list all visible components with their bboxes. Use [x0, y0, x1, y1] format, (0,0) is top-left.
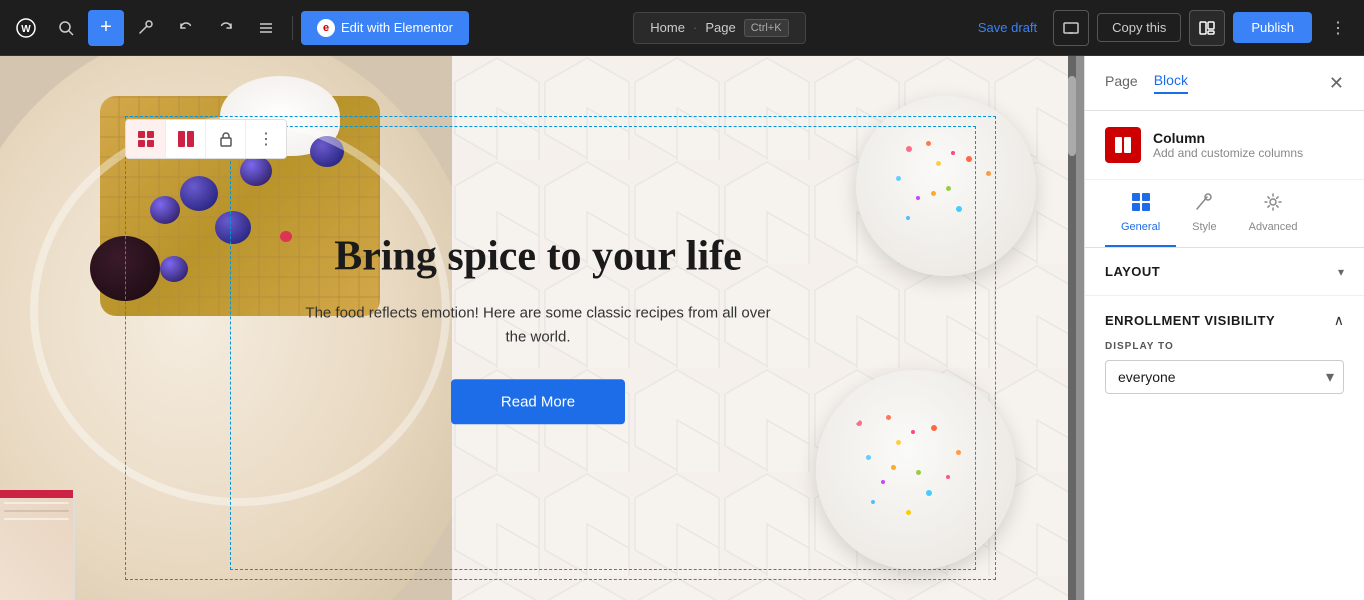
- toolbar-divider-1: [292, 16, 293, 40]
- layout-title: Layout: [1105, 264, 1160, 279]
- keyboard-shortcut: Ctrl+K: [744, 19, 789, 37]
- block-columns-button[interactable]: [166, 120, 206, 158]
- device-preview-button[interactable]: [1053, 10, 1089, 46]
- style-icon: [1194, 192, 1214, 217]
- hero-title: Bring spice to your life: [298, 231, 778, 281]
- toolbar-right: Save draft Copy this Publish ⋮: [970, 10, 1356, 46]
- close-panel-button[interactable]: ✕: [1329, 73, 1344, 94]
- layout-section-header[interactable]: Layout ▾: [1105, 264, 1344, 279]
- tab-general[interactable]: General: [1105, 180, 1176, 247]
- napkin: [0, 490, 75, 600]
- canvas-scrollbar[interactable]: [1068, 56, 1076, 600]
- visibility-select[interactable]: everyone logged in logged out: [1105, 360, 1344, 394]
- breadcrumb-home: Home: [650, 20, 685, 35]
- svg-text:W: W: [21, 24, 31, 35]
- search-button[interactable]: [48, 10, 84, 46]
- layout-collapse-icon: ▾: [1338, 265, 1344, 279]
- block-type-desc: Add and customize columns: [1153, 146, 1344, 160]
- save-draft-button[interactable]: Save draft: [970, 14, 1045, 41]
- more-options-button[interactable]: ⋮: [1320, 10, 1356, 46]
- read-more-button[interactable]: Read More: [451, 380, 625, 425]
- block-lock-button[interactable]: [206, 120, 246, 158]
- hero-section: ⋮ Bring spice to your life The food refl…: [0, 56, 1076, 600]
- tools-button[interactable]: [128, 10, 164, 46]
- breadcrumb-separator: ·: [693, 20, 697, 35]
- layout-section: Layout ▾: [1085, 248, 1364, 296]
- right-panel: Page Block ✕ Column Add and customize co…: [1084, 56, 1364, 600]
- block-type-info: Column Add and customize columns: [1153, 130, 1344, 160]
- tab-block[interactable]: Block: [1154, 72, 1188, 94]
- enrollment-visibility-header[interactable]: Enrollment Visibility ∧: [1105, 312, 1344, 329]
- visibility-select-wrapper: everyone logged in logged out ▾: [1105, 360, 1344, 394]
- main-area: ⋮ Bring spice to your life The food refl…: [0, 56, 1364, 600]
- tab-style[interactable]: Style: [1176, 180, 1232, 247]
- block-type-name: Column: [1153, 130, 1344, 146]
- panel-header: Page Block ✕: [1085, 56, 1364, 111]
- hero-text: Bring spice to your life The food reflec…: [298, 231, 778, 424]
- canvas-area: ⋮ Bring spice to your life The food refl…: [0, 56, 1084, 600]
- panel-tabs-row: General Style Advanced: [1085, 180, 1364, 248]
- block-more-button[interactable]: ⋮: [246, 120, 286, 158]
- publish-button[interactable]: Publish: [1233, 12, 1312, 43]
- view-button[interactable]: [1189, 10, 1225, 46]
- add-block-button[interactable]: +: [88, 10, 124, 46]
- redo-button[interactable]: [208, 10, 244, 46]
- enrollment-visibility-section: Enrollment Visibility ∧ DISPLAY TO every…: [1085, 296, 1364, 410]
- block-toolbar: ⋮: [125, 119, 287, 159]
- scroll-thumb[interactable]: [1068, 76, 1076, 156]
- toolbar-center: Home · Page Ctrl+K: [473, 12, 966, 44]
- advanced-icon: [1263, 192, 1283, 217]
- hero-subtitle: The food reflects emotion! Here are some…: [298, 302, 778, 350]
- advanced-tab-label: Advanced: [1249, 221, 1298, 233]
- block-grid-button[interactable]: [126, 120, 166, 158]
- tab-page[interactable]: Page: [1105, 73, 1138, 93]
- style-tab-label: Style: [1192, 221, 1216, 233]
- undo-button[interactable]: [168, 10, 204, 46]
- edit-elementor-button[interactable]: e Edit with Elementor: [301, 11, 469, 45]
- breadcrumb-page: Page: [705, 20, 735, 35]
- top-toolbar: W +: [0, 0, 1364, 56]
- general-tab-label: General: [1121, 221, 1160, 233]
- list-view-button[interactable]: [248, 10, 284, 46]
- copy-button[interactable]: Copy this: [1097, 13, 1181, 42]
- tab-advanced[interactable]: Advanced: [1233, 180, 1314, 247]
- block-type-icon: [1105, 127, 1141, 163]
- wp-logo[interactable]: W: [8, 10, 44, 46]
- breadcrumb[interactable]: Home · Page Ctrl+K: [633, 12, 805, 44]
- enrollment-collapse-icon: ∧: [1334, 312, 1344, 329]
- general-icon: [1131, 192, 1151, 217]
- block-type-header: Column Add and customize columns: [1085, 111, 1364, 180]
- display-to-label: DISPLAY TO: [1105, 341, 1344, 352]
- page-canvas[interactable]: ⋮ Bring spice to your life The food refl…: [0, 56, 1076, 600]
- enrollment-title-label: Enrollment Visibility: [1105, 313, 1275, 328]
